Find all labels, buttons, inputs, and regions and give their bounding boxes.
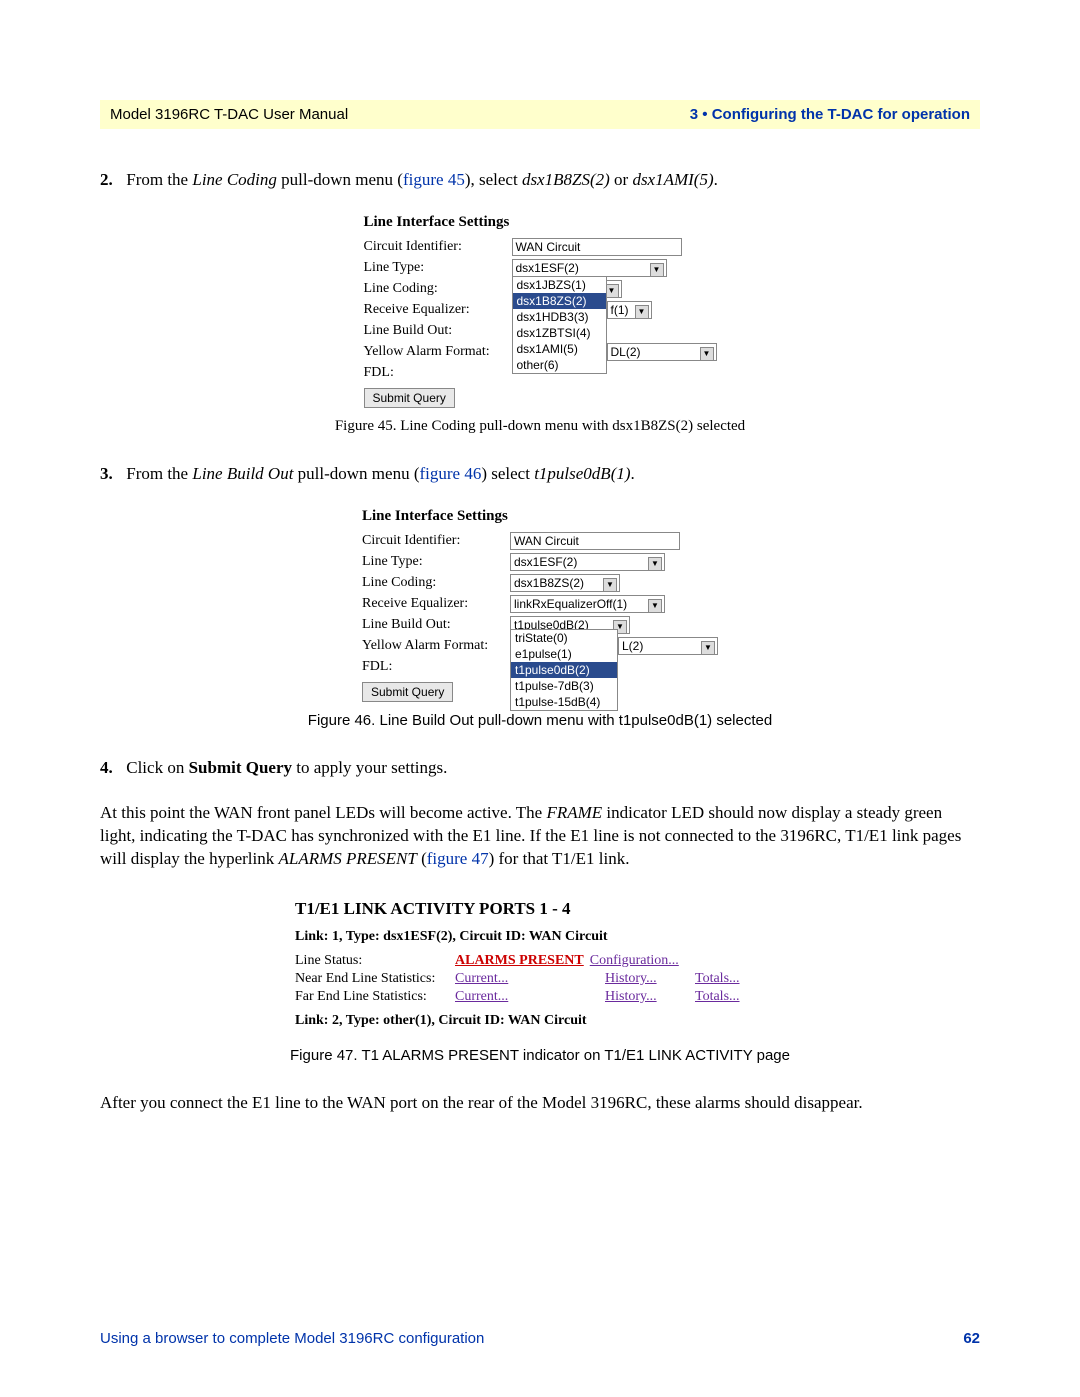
dropdown-option[interactable]: t1pulse-7dB(3) [511,678,617,694]
receive-equalizer-select[interactable]: f(1) [607,301,652,319]
footer-left: Using a browser to complete Model 3196RC… [100,1330,484,1347]
header-left: Model 3196RC T-DAC User Manual [110,106,348,123]
line-type-label: Line Type: [362,554,510,570]
step-number: 3. [100,463,122,486]
yellow-alarm-format-label: Yellow Alarm Format: [364,344,512,360]
figure-47-link[interactable]: figure 47 [427,849,489,868]
history-link[interactable]: History... [605,971,695,987]
yellow-alarm-format-label: Yellow Alarm Format: [362,638,510,654]
dropdown-option-selected[interactable]: dsx1B8ZS(2) [513,293,606,309]
yellow-alarm-format-select[interactable]: DL(2) [607,343,717,361]
page: Model 3196RC T-DAC User Manual 3 • Confi… [0,0,1080,1397]
submit-query-button[interactable]: Submit Query [364,388,455,408]
history-link[interactable]: History... [605,989,695,1005]
link-1-header: Link: 1, Type: dsx1ESF(2), Circuit ID: W… [295,929,785,945]
figure-45-caption: Figure 45. Line Coding pull-down menu wi… [100,418,980,435]
line-interface-panel-46: Line Interface Settings Circuit Identifi… [362,508,718,702]
yellow-alarm-format-select[interactable]: L(2) [618,637,718,655]
figure-46-link[interactable]: figure 46 [420,464,482,483]
current-link[interactable]: Current... [455,971,605,987]
circuit-identifier-input[interactable]: WAN Circuit [510,532,680,550]
panel-title: Line Interface Settings [362,508,718,525]
configuration-link[interactable]: Configuration... [590,953,679,969]
page-number: 62 [963,1330,980,1347]
line-type-select[interactable]: dsx1ESF(2) [512,259,667,277]
link-activity-panel: T1/E1 LINK ACTIVITY PORTS 1 - 4 Link: 1,… [295,899,785,1037]
step-text: From the Line Build Out pull-down menu (… [126,464,635,483]
header-bar: Model 3196RC T-DAC User Manual 3 • Confi… [100,100,980,129]
figure-46-caption: Figure 46. Line Build Out pull-down menu… [100,712,980,729]
activity-title: T1/E1 LINK ACTIVITY PORTS 1 - 4 [295,899,785,919]
step-text: From the Line Coding pull-down menu (fig… [126,170,718,189]
link-2-header: Link: 2, Type: other(1), Circuit ID: WAN… [295,1013,785,1029]
dropdown-option[interactable]: dsx1HDB3(3) [513,309,606,325]
figure-46: Line Interface Settings Circuit Identifi… [100,508,980,729]
circuit-identifier-input[interactable]: WAN Circuit [512,238,682,256]
dropdown-option-selected[interactable]: t1pulse0dB(2) [511,662,617,678]
dropdown-option[interactable]: dsx1ZBTSI(4) [513,325,606,341]
line-status-label: Line Status: [295,953,455,969]
step-number: 2. [100,169,122,192]
circuit-identifier-label: Circuit Identifier: [362,533,510,549]
dropdown-option[interactable]: other(6) [513,357,606,373]
line-type-label: Line Type: [364,260,512,276]
paragraph-1: At this point the WAN front panel LEDs w… [100,802,980,871]
paragraph-2: After you connect the E1 line to the WAN… [100,1092,980,1115]
footer: Using a browser to complete Model 3196RC… [100,1330,980,1347]
receive-equalizer-select[interactable]: linkRxEqualizerOff(1) [510,595,665,613]
current-link[interactable]: Current... [455,989,605,1005]
figure-47: T1/E1 LINK ACTIVITY PORTS 1 - 4 Link: 1,… [100,899,980,1064]
line-coding-dropdown[interactable]: dsx1JBZS(1) dsx1B8ZS(2) dsx1HDB3(3) dsx1… [512,276,607,374]
fdl-label: FDL: [364,365,512,381]
dropdown-option[interactable]: dsx1JBZS(1) [513,277,606,293]
dropdown-option[interactable]: t1pulse-15dB(4) [511,694,617,710]
figure-47-caption: Figure 47. T1 ALARMS PRESENT indicator o… [100,1047,980,1064]
line-build-out-label: Line Build Out: [362,617,510,633]
alarms-present-link[interactable]: ALARMS PRESENT [455,953,584,969]
line-type-select[interactable]: dsx1ESF(2) [510,553,665,571]
receive-equalizer-label: Receive Equalizer: [362,596,510,612]
near-end-label: Near End Line Statistics: [295,971,455,987]
figure-45-link[interactable]: figure 45 [403,170,465,189]
line-build-out-dropdown[interactable]: triState(0) e1pulse(1) t1pulse0dB(2) t1p… [510,629,618,711]
totals-link[interactable]: Totals... [695,989,785,1005]
figure-45: Line Interface Settings Circuit Identifi… [100,214,980,435]
step-text: Click on Submit Query to apply your sett… [126,758,447,777]
step-3: 3. From the Line Build Out pull-down men… [100,463,980,486]
dropdown-option[interactable]: triState(0) [511,630,617,646]
dropdown-option[interactable]: e1pulse(1) [511,646,617,662]
dropdown-option[interactable]: dsx1AMI(5) [513,341,606,357]
submit-query-button[interactable]: Submit Query [362,682,453,702]
panel-title: Line Interface Settings [364,214,717,231]
step-number: 4. [100,757,122,780]
line-coding-select[interactable]: dsx1B8ZS(2) [510,574,620,592]
circuit-identifier-label: Circuit Identifier: [364,239,512,255]
step-4: 4. Click on Submit Query to apply your s… [100,757,980,780]
receive-equalizer-label: Receive Equalizer: [364,302,512,318]
totals-link[interactable]: Totals... [695,971,785,987]
far-end-label: Far End Line Statistics: [295,989,455,1005]
header-right: 3 • Configuring the T-DAC for operation [690,106,970,123]
step-2: 2. From the Line Coding pull-down menu (… [100,169,980,192]
line-coding-label: Line Coding: [364,281,512,297]
line-coding-label: Line Coding: [362,575,510,591]
fdl-label: FDL: [362,659,510,675]
line-build-out-label: Line Build Out: [364,323,512,339]
line-interface-panel-45: Line Interface Settings Circuit Identifi… [364,214,717,408]
